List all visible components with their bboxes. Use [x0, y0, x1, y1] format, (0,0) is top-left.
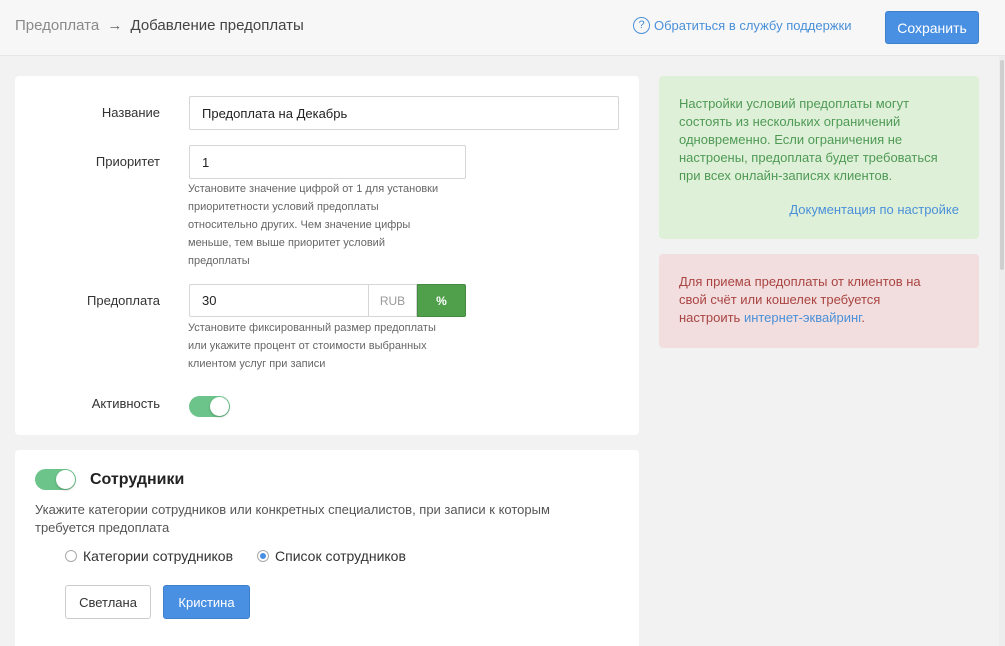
breadcrumb-parent[interactable]: Предоплата — [15, 17, 99, 34]
staff-title: Сотрудники — [90, 471, 185, 488]
priority-hint: Установите значение цифрой от 1 для уста… — [188, 180, 478, 270]
radio-categories-label: Категории сотрудников — [83, 548, 234, 564]
breadcrumb-arrow-icon: → — [107, 17, 123, 34]
unit-percent-button[interactable]: % — [417, 284, 466, 317]
info-alert: Настройки условий предоплаты могут состо… — [659, 76, 979, 239]
info-alert-line: при всех онлайн-записях клиентов. — [679, 168, 893, 183]
warning-alert-line: свой счёт или кошелек требуется — [679, 292, 881, 307]
active-label: Активность — [91, 396, 160, 411]
warning-alert-text: настроить — [679, 310, 744, 325]
breadcrumb-current: Добавление предоплаты — [130, 17, 304, 34]
priority-hint-line: приоритетности условий предоплаты — [188, 201, 379, 213]
toggle-knob — [56, 470, 75, 489]
unit-rub-button[interactable]: RUB — [368, 284, 417, 317]
name-input[interactable]: Предоплата на Декабрь — [189, 96, 619, 130]
radio-circle-icon — [65, 550, 77, 562]
info-alert-line: настроены, предоплата будет требоваться — [679, 150, 938, 165]
radio-employee-list-label: Список сотрудников — [275, 548, 406, 564]
documentation-link[interactable]: Документация по настройке — [789, 201, 959, 219]
internet-acquiring-link[interactable]: интернет-эквайринг — [744, 310, 861, 325]
priority-hint-line: Установите значение цифрой от 1 для уста… — [188, 183, 439, 195]
radio-checked-icon — [257, 550, 269, 562]
support-link-label: Обратиться в службу поддержки — [654, 18, 852, 33]
employee-chip-kristina[interactable]: Кристина — [163, 585, 250, 619]
radio-categories[interactable]: Категории сотрудников — [65, 548, 233, 564]
priority-label: Приоритет — [95, 154, 160, 169]
warning-alert-line: Для приема предоплаты от клиентов на — [679, 274, 921, 289]
info-alert-line: одновременно. Если ограничения не — [679, 132, 903, 147]
breadcrumb: Предоплата → Добавление предоплаты — [15, 17, 304, 34]
warning-alert-line: настроить интернет-эквайринг. — [679, 309, 959, 327]
toggle-knob — [210, 397, 229, 416]
active-toggle[interactable] — [189, 396, 230, 417]
staff-description-line: Укажите категории сотрудников или конкре… — [35, 502, 550, 517]
priority-hint-line: предоплаты — [188, 255, 250, 267]
staff-description: Укажите категории сотрудников или конкре… — [35, 501, 615, 537]
prepayment-form-card: Название Предоплата на Декабрь Приоритет… — [15, 76, 639, 435]
support-link[interactable]: ? Обратиться в службу поддержки — [633, 17, 851, 34]
priority-hint-line: меньше, тем выше приоритет условий — [188, 237, 385, 249]
priority-hint-line: относительно других. Чем значение цифры — [188, 219, 411, 231]
staff-toggle[interactable] — [35, 469, 76, 490]
name-label: Название — [101, 105, 160, 120]
info-alert-line: состоять из нескольких ограничений — [679, 114, 901, 129]
save-button[interactable]: Сохранить — [885, 11, 979, 44]
staff-description-line: требуется предоплата — [35, 520, 170, 535]
prepayment-label: Предоплата — [87, 293, 160, 308]
scrollbar[interactable] — [999, 56, 1005, 646]
staff-card: Сотрудники Укажите категории сотрудников… — [15, 450, 639, 646]
question-icon: ? — [633, 17, 650, 34]
top-bar: Предоплата → Добавление предоплаты ? Обр… — [0, 0, 1005, 56]
radio-employee-list[interactable]: Список сотрудников — [257, 548, 406, 564]
prepayment-hint-line: клиентом услуг при записи — [188, 358, 326, 370]
warning-alert-text: . — [861, 310, 865, 325]
prepayment-hint-line: или укажите процент от стоимости выбранн… — [188, 340, 427, 352]
prepayment-amount-input[interactable]: 30 — [189, 284, 368, 317]
priority-input[interactable]: 1 — [189, 145, 466, 179]
prepayment-hint: Установите фиксированный размер предопла… — [188, 319, 488, 373]
employee-chip-svetlana[interactable]: Светлана — [65, 585, 151, 619]
scrollbar-thumb[interactable] — [1000, 60, 1004, 270]
warning-alert: Для приема предоплаты от клиентов на сво… — [659, 254, 979, 348]
prepayment-hint-line: Установите фиксированный размер предопла… — [188, 322, 436, 334]
info-alert-line: Настройки условий предоплаты могут — [679, 96, 910, 111]
prepayment-amount-group: 30 RUB % — [189, 284, 466, 317]
